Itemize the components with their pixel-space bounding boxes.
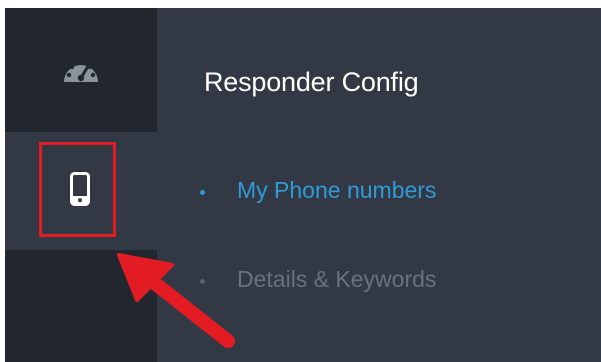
annotation-arrow-icon: [117, 253, 235, 348]
